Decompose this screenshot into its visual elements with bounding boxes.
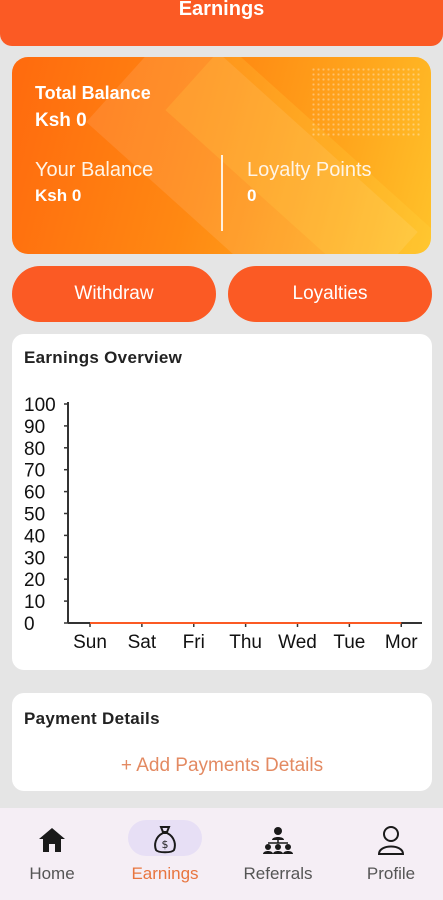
- y-tick-label: 0: [24, 614, 35, 635]
- nav-item-earnings[interactable]: $ Earnings: [110, 808, 220, 900]
- x-tick-label: Tue: [333, 632, 365, 653]
- nav-item-home[interactable]: Home: [0, 808, 107, 900]
- y-tick-label: 20: [24, 570, 45, 591]
- x-tick-label: Mor: [385, 632, 418, 653]
- balance-divider: [221, 155, 223, 231]
- app-header: Earnings: [0, 0, 443, 46]
- nav-label-earnings: Earnings: [131, 864, 199, 883]
- x-tick-label: Wed: [278, 632, 317, 653]
- x-tick-label: Sat: [128, 632, 157, 653]
- bottom-navigation: Home $ Earnings Referrals Profile: [0, 808, 443, 900]
- nav-label-profile: Profile: [366, 864, 416, 883]
- y-tick-label: 10: [24, 592, 45, 613]
- y-tick-label: 90: [24, 417, 45, 438]
- nav-item-referrals[interactable]: Referrals: [223, 808, 333, 900]
- y-tick-label: 30: [24, 548, 45, 569]
- x-tick-label: Thu: [229, 632, 262, 653]
- your-balance-label: Your Balance: [35, 159, 154, 181]
- payment-details-card: Payment Details + Add Payments Details: [12, 693, 432, 791]
- nav-label-home: Home: [29, 864, 75, 883]
- x-tick-label: Sun: [73, 632, 107, 653]
- payment-details-title: Payment Details: [24, 709, 160, 728]
- y-tick-label: 70: [24, 461, 45, 482]
- y-tick-label: 80: [24, 439, 45, 460]
- y-tick-label: 60: [24, 483, 45, 504]
- home-icon: [0, 822, 107, 858]
- card-pattern: [311, 67, 421, 137]
- y-tick-label: 50: [24, 505, 45, 526]
- nav-item-profile[interactable]: Profile: [336, 808, 443, 900]
- profile-icon: [336, 822, 443, 858]
- money-bag-icon: $: [110, 822, 220, 858]
- x-tick-label: Fri: [183, 632, 205, 653]
- nav-label-referrals: Referrals: [243, 864, 313, 883]
- your-balance-value: Ksh 0: [35, 186, 82, 205]
- referrals-icon: [223, 822, 333, 858]
- y-tick-label: 100: [24, 395, 56, 416]
- total-balance-label: Total Balance: [35, 83, 151, 103]
- page-title: Earnings: [178, 0, 265, 20]
- add-payment-details-link[interactable]: + Add Payments Details: [12, 755, 432, 777]
- balance-card: Total Balance Ksh 0 Your Balance Ksh 0 L…: [12, 57, 431, 254]
- withdraw-button[interactable]: Withdraw: [12, 266, 216, 322]
- y-tick-label: 40: [24, 526, 45, 547]
- loyalty-points-value: 0: [247, 186, 257, 205]
- earnings-chart: 1009080706050403020100 Sun Sat Fri Thu Wed Tu…: [24, 395, 422, 653]
- svg-text:$: $: [162, 838, 169, 851]
- earnings-overview-card: Earnings Overview 100 90 80 70 60 50 40 30 20 10 0…: [12, 334, 432, 670]
- total-balance-value: Ksh 0: [35, 110, 87, 131]
- loyalties-button[interactable]: Loyalties: [228, 266, 432, 322]
- loyalty-points-label: Loyalty Points: [247, 159, 372, 181]
